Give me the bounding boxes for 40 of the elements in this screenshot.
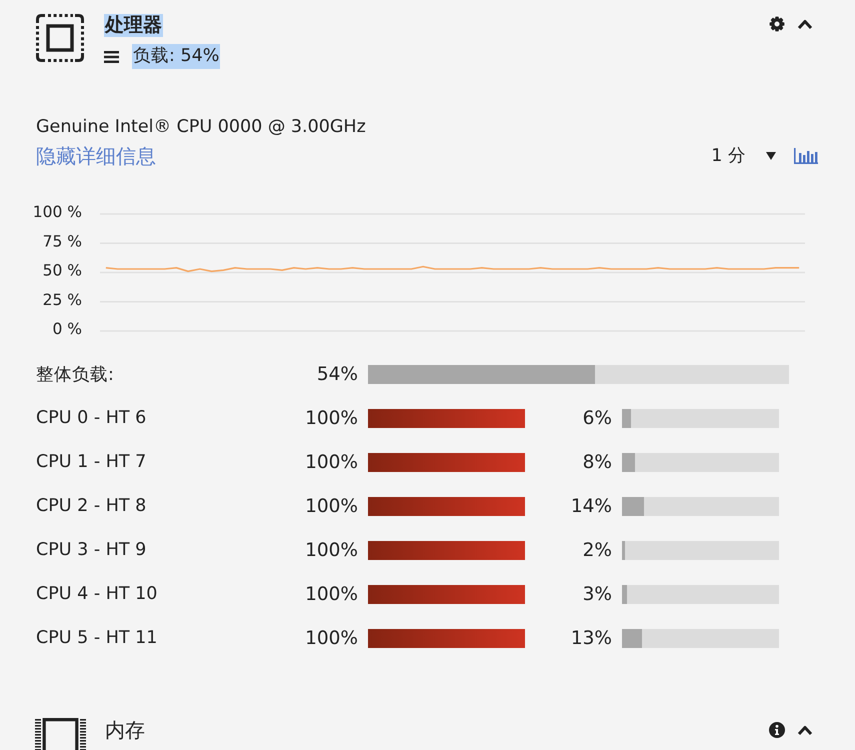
y-axis-tick-label: 0 % [52, 320, 82, 336]
chevron-icon[interactable] [797, 18, 813, 30]
cpu-model-name: Genuine Intel® CPU 0000 @ 3.00GHz [36, 117, 367, 137]
cpu-label: CPU 2 - HT 8 [36, 496, 148, 516]
bar-chart-icon[interactable] [794, 148, 818, 164]
y-axis-tick-label: 75 % [42, 232, 82, 250]
cpu-chip-icon [36, 14, 84, 62]
settings-icon[interactable] [769, 16, 785, 32]
info-icon[interactable] [769, 722, 785, 738]
cpu-label: CPU 3 - HT 9 [36, 540, 148, 560]
meter-reading: 100% [304, 540, 358, 560]
meter-reading: 8% [582, 452, 612, 472]
hide-details-link[interactable]: 隐藏详细信息 [36, 145, 156, 167]
meter-reading: 100% [304, 628, 358, 648]
memory-chip-icon [35, 718, 86, 750]
y-axis-tick-label: 25 % [42, 290, 82, 309]
meter-reading: 100% [304, 452, 358, 472]
meter-label: 整体负载: [36, 364, 115, 386]
cpu-label: CPU 4 - HT 10 [36, 584, 158, 604]
y-axis-tick-label: 100 % [32, 203, 82, 221]
meter-reading: 14% [570, 496, 612, 516]
meter-reading: 13% [570, 628, 612, 648]
cpu-label: CPU 0 - HT 6 [36, 408, 148, 428]
meter-reading: 3% [582, 584, 612, 604]
chevron-icon[interactable] [797, 724, 813, 736]
meter-reading: 2% [582, 540, 612, 560]
cpu-label: CPU 5 - HT 11 [36, 628, 158, 648]
meter-reading: 54% [316, 364, 358, 384]
panel-title: 内存 [104, 719, 146, 742]
load-reading: 负载: 54% [132, 44, 220, 69]
y-axis-tick-label: 50 % [42, 262, 82, 280]
meter-reading: 100% [304, 408, 358, 428]
panel-title: 处理器 [104, 14, 163, 37]
cpu-label: CPU 1 - HT 7 [36, 452, 148, 472]
meter-reading: 100% [304, 584, 358, 604]
meter-reading: 100% [304, 496, 358, 516]
meter-reading: 6% [582, 408, 612, 428]
caret-down-icon [766, 152, 776, 160]
interval-dropdown[interactable]: 1 分 [711, 145, 776, 167]
menu-icon[interactable] [104, 50, 119, 62]
